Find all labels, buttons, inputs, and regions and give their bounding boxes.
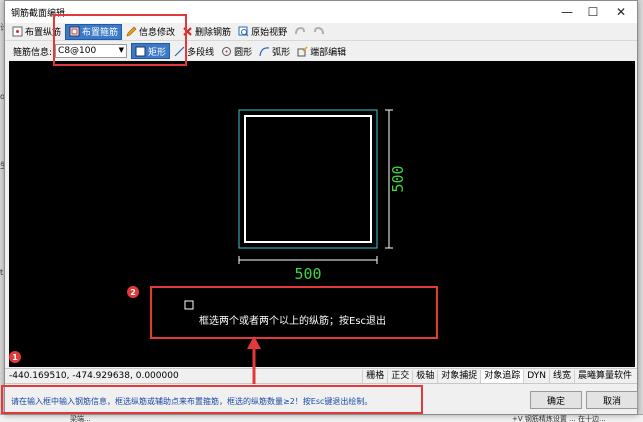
annotation-badge-1: 1 — [9, 351, 21, 363]
annotation-badge-2: 2 — [127, 286, 139, 298]
annotation-arrow — [247, 336, 261, 384]
